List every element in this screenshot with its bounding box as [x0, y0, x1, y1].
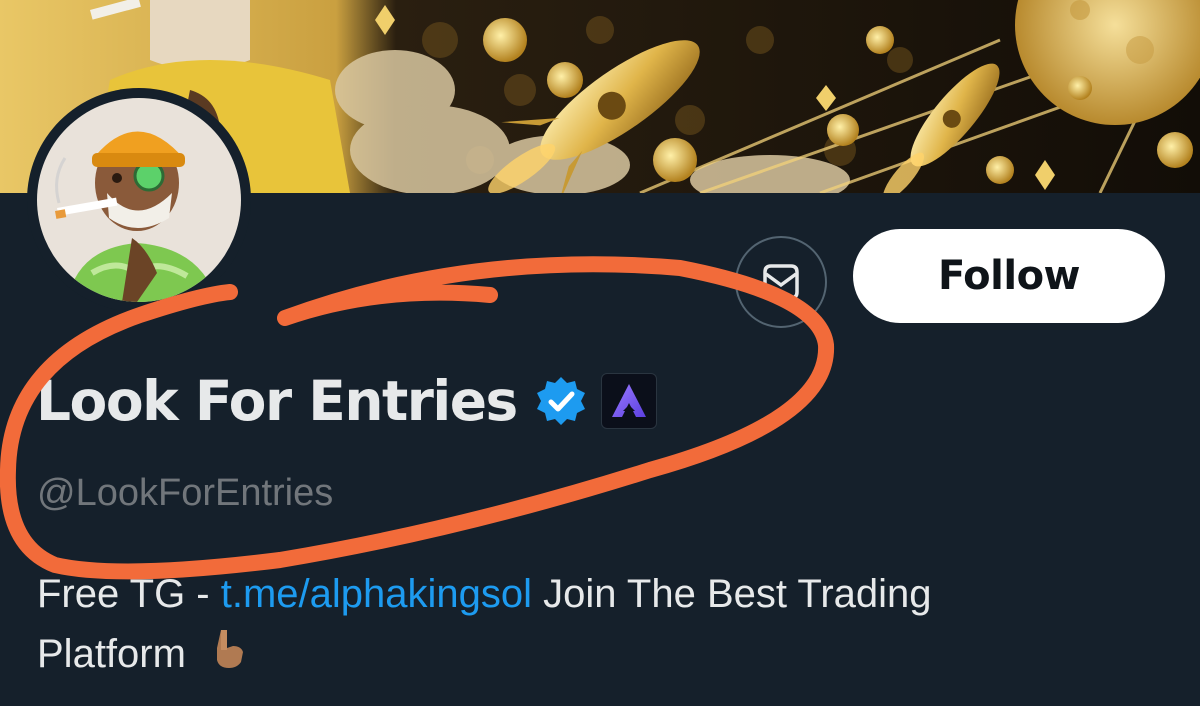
verified-badge-icon[interactable]	[535, 375, 587, 427]
username-handle: @LookForEntries	[37, 472, 334, 514]
message-button[interactable]	[735, 236, 827, 328]
bio-text-line1: Join The Best Trading	[532, 572, 932, 616]
bio-text-line2: Platform	[37, 632, 186, 676]
avatar-image	[37, 98, 241, 302]
profile-name-row: Look For Entries	[36, 366, 657, 436]
bio-text-prefix: Free TG -	[37, 572, 221, 616]
envelope-icon	[763, 264, 799, 300]
avatar[interactable]	[27, 88, 251, 312]
affiliate-a-logo-icon[interactable]	[600, 373, 657, 429]
backhand-index-pointing-down-icon	[207, 626, 251, 687]
display-name: Look For Entries	[36, 369, 518, 433]
bio-link[interactable]: t.me/alphakingsol	[221, 572, 532, 616]
profile-bio: Free TG - t.me/alphakingsol Join The Bes…	[37, 564, 1167, 687]
follow-button[interactable]: Follow	[853, 229, 1165, 323]
